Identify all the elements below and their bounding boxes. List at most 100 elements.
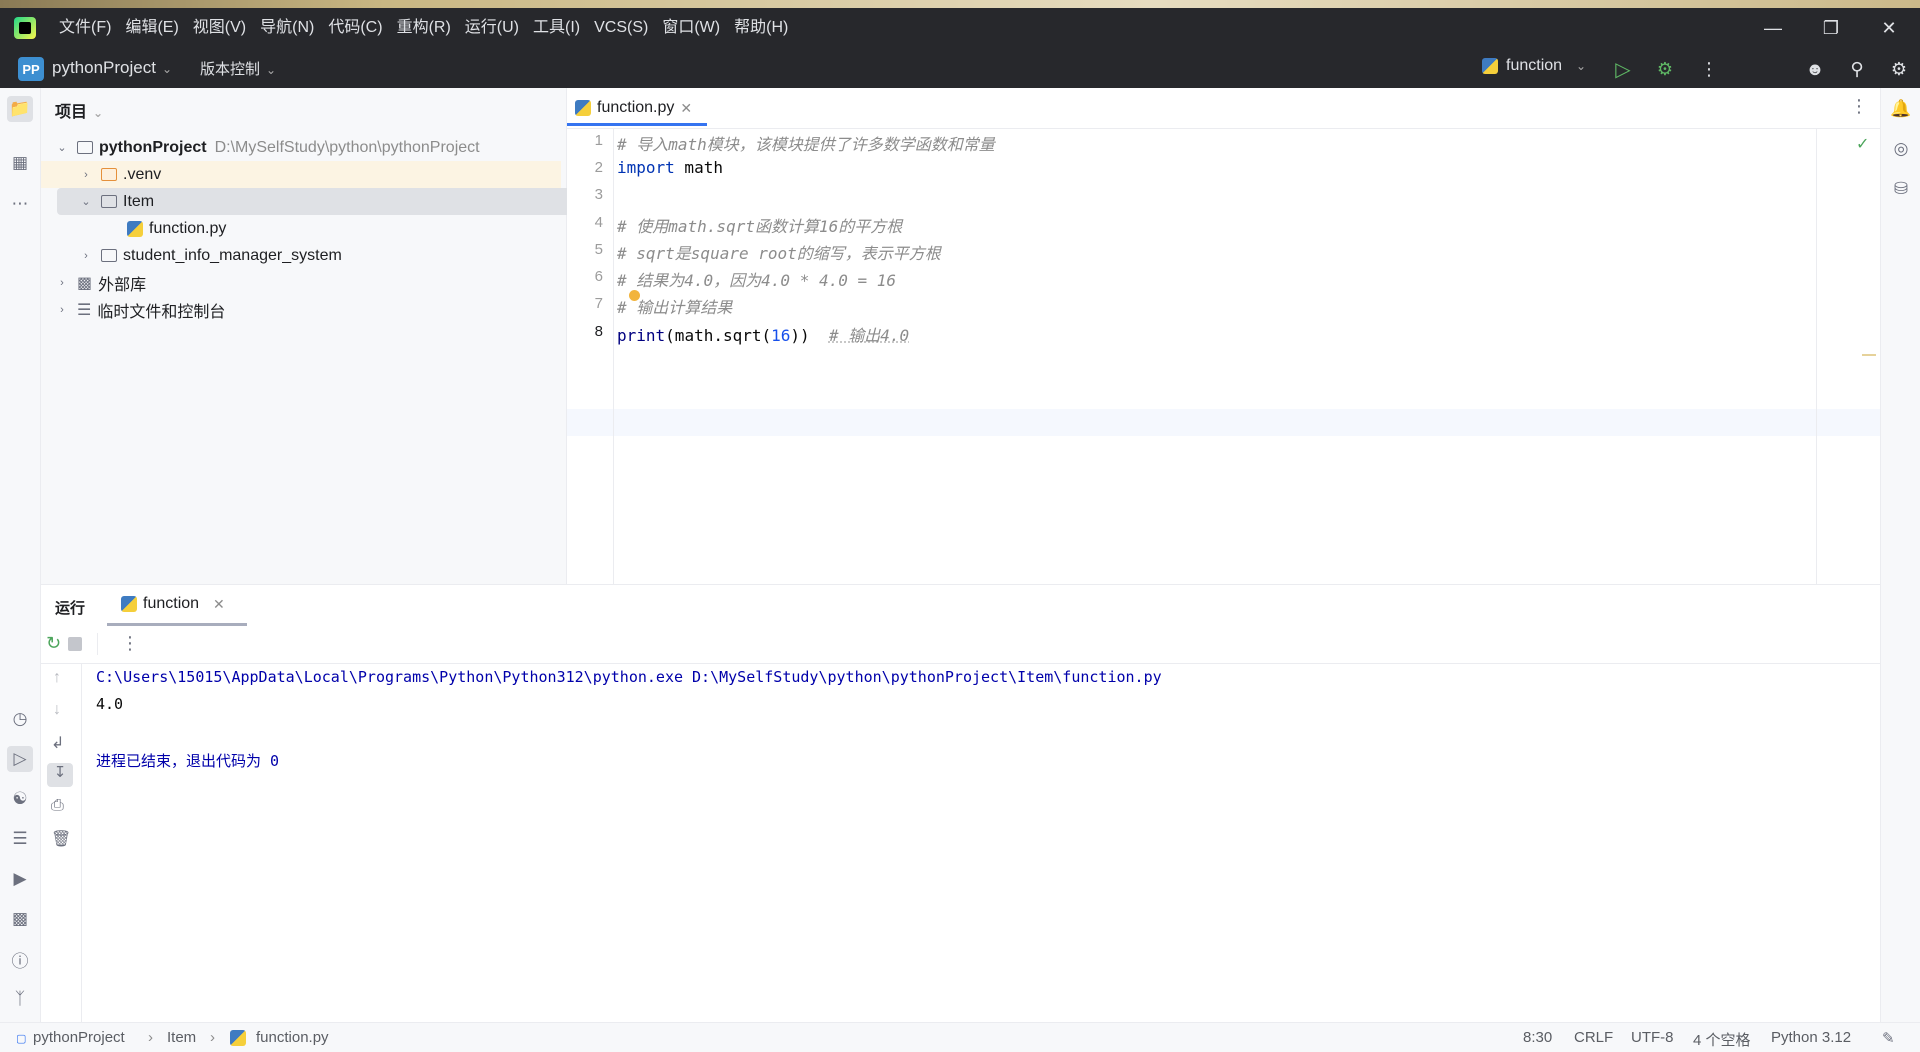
git-icon[interactable]: ᛉ: [7, 986, 33, 1012]
more-tools-icon[interactable]: ⋯: [7, 191, 33, 217]
close-window-icon[interactable]: ✕: [1860, 8, 1918, 48]
chevron-right-icon[interactable]: ›: [55, 277, 69, 289]
vcs-label: 版本控制: [200, 61, 261, 78]
tree-item-item[interactable]: ⌄ Item: [57, 188, 573, 215]
menu-window[interactable]: 窗口(W): [655, 8, 727, 48]
code-area[interactable]: # 导入math模块，该模块提供了许多数学函数和常量 import math #…: [567, 128, 1880, 584]
services-icon[interactable]: ▶: [7, 866, 33, 892]
soft-wrap-icon[interactable]: ↲: [51, 733, 64, 753]
scrollbar-marker[interactable]: [1862, 354, 1876, 356]
tab-label: function.py: [597, 99, 675, 116]
minimize-icon[interactable]: —: [1744, 8, 1802, 48]
run-config-selector[interactable]: function ⌄: [1482, 57, 1586, 75]
terminal-icon[interactable]: ▩: [7, 906, 33, 932]
rerun-icon[interactable]: ↻: [46, 633, 61, 654]
breadcrumb-file[interactable]: function.py: [256, 1029, 329, 1046]
inline-comment: # 输出4.0: [828, 326, 910, 345]
project-panel: 项目 ⌄ ⌄ pythonProject D:\MySelfStudy\pytho…: [41, 88, 573, 584]
more-options-icon[interactable]: ⋮: [121, 633, 139, 654]
toolbar-divider: [97, 633, 98, 655]
menu-tools[interactable]: 工具(I): [526, 8, 587, 48]
scratches-icon: ☰: [77, 301, 92, 319]
pycharm-logo-icon[interactable]: [14, 17, 36, 39]
tree-item-function-py[interactable]: function.py: [41, 215, 643, 242]
close-tab-icon[interactable]: ✕: [680, 100, 692, 117]
print-icon[interactable]: ⎙: [51, 797, 64, 815]
structure-icon[interactable]: ▦: [7, 150, 33, 176]
menu-help[interactable]: 帮助(H): [727, 8, 795, 48]
line-separator[interactable]: CRLF: [1574, 1029, 1613, 1046]
debug-icon[interactable]: ⚙: [1652, 56, 1678, 82]
python-icon: [121, 596, 137, 612]
python-icon: [1482, 58, 1498, 74]
chevron-right-icon[interactable]: ›: [79, 250, 93, 262]
chevron-down-icon[interactable]: ⌄: [79, 195, 93, 208]
ai-assistant-icon[interactable]: ◎: [1888, 136, 1914, 162]
caret-position[interactable]: 8:30: [1523, 1029, 1552, 1046]
console-output[interactable]: C:\Users\15015\AppData\Local\Programs\Py…: [81, 663, 1880, 1023]
add-user-icon[interactable]: ☻: [1802, 56, 1828, 82]
menu-code[interactable]: 代码(C): [321, 8, 389, 48]
intention-bulb-icon[interactable]: [629, 290, 640, 301]
tree-root[interactable]: ⌄ pythonProject D:\MySelfStudy\python\py…: [41, 134, 575, 161]
python-console-icon[interactable]: ☯: [7, 786, 33, 812]
run-icon[interactable]: ▷: [1610, 56, 1636, 82]
search-icon[interactable]: ⚲: [1844, 56, 1870, 82]
project-panel-header[interactable]: 项目 ⌄: [55, 98, 103, 122]
project-name: pythonProject: [52, 58, 156, 77]
chevron-right-icon[interactable]: ›: [55, 304, 69, 316]
python-interpreter[interactable]: Python 3.12: [1771, 1029, 1851, 1046]
run-tab-function[interactable]: function ✕: [121, 595, 225, 613]
breadcrumb-folder[interactable]: Item: [167, 1029, 196, 1046]
arrow-down-icon[interactable]: ↓: [53, 701, 61, 719]
breadcrumb-project[interactable]: pythonProject: [33, 1029, 125, 1046]
project-switcher[interactable]: pythonProject ⌄: [52, 58, 172, 78]
problems-icon[interactable]: ⓘ: [7, 946, 33, 972]
tree-item-venv[interactable]: › .venv: [41, 161, 561, 188]
layers-icon[interactable]: ☰: [7, 826, 33, 852]
menu-vcs[interactable]: VCS(S): [587, 8, 655, 48]
vcs-widget[interactable]: 版本控制 ⌄: [200, 58, 276, 79]
file-encoding[interactable]: UTF-8: [1631, 1029, 1674, 1046]
notifications-icon[interactable]: 🔔: [1888, 96, 1914, 122]
menu-bar: 文件(F) 编辑(E) 视图(V) 导航(N) 代码(C) 重构(R) 运行(U…: [52, 8, 795, 48]
settings-icon[interactable]: ⚙: [1886, 56, 1912, 82]
folder-icon: [101, 168, 117, 181]
keyword: import: [617, 158, 675, 177]
code-text: (math.sqrt(: [665, 326, 772, 345]
tree-item-scratches[interactable]: › ☰ 临时文件和控制台: [41, 296, 575, 323]
console-command-line: C:\Users\15015\AppData\Local\Programs\Py…: [96, 668, 1162, 686]
tree-item-student-system[interactable]: › student_info_manager_system: [41, 242, 599, 269]
python-file-icon: [127, 220, 143, 237]
project-folder-icon[interactable]: 📁: [7, 96, 33, 122]
scroll-to-end-icon[interactable]: ↧: [47, 763, 73, 787]
tree-item-external-libs[interactable]: › ▩ 外部库: [41, 269, 575, 296]
menu-file[interactable]: 文件(F): [52, 8, 118, 48]
no-problems-check-icon[interactable]: ✓: [1856, 134, 1869, 154]
trash-icon[interactable]: 🗑: [51, 829, 71, 849]
restore-icon[interactable]: ❐: [1802, 8, 1860, 48]
arrow-up-icon[interactable]: ↑: [53, 669, 61, 687]
lock-icon[interactable]: ✎: [1882, 1029, 1895, 1047]
chevron-down-icon: ⌄: [161, 62, 173, 76]
menu-navigate[interactable]: 导航(N): [253, 8, 321, 48]
profiler-icon[interactable]: ◷: [7, 706, 33, 732]
menu-run[interactable]: 运行(U): [458, 8, 526, 48]
indent-setting[interactable]: 4 个空格: [1693, 1029, 1751, 1050]
chevron-down-icon[interactable]: ⌄: [55, 141, 69, 154]
menu-refactor[interactable]: 重构(R): [390, 8, 458, 48]
run-tool-icon[interactable]: ▷: [7, 746, 33, 772]
close-tab-icon[interactable]: ✕: [213, 596, 225, 613]
chevron-right-icon[interactable]: ›: [79, 169, 93, 181]
menu-view[interactable]: 视图(V): [186, 8, 253, 48]
module-icon: ▢: [16, 1033, 27, 1045]
stop-icon[interactable]: [68, 637, 82, 651]
code-text: math: [674, 158, 723, 177]
more-actions-icon[interactable]: ⋮: [1696, 56, 1722, 82]
database-icon[interactable]: ⛁: [1888, 176, 1914, 202]
venv-label: .venv: [123, 165, 162, 183]
project-badge[interactable]: PP: [18, 57, 44, 81]
menu-edit[interactable]: 编辑(E): [118, 8, 185, 48]
tab-options-icon[interactable]: ⋮: [1850, 96, 1868, 117]
editor-tab-function-py[interactable]: function.py ✕: [575, 88, 692, 128]
